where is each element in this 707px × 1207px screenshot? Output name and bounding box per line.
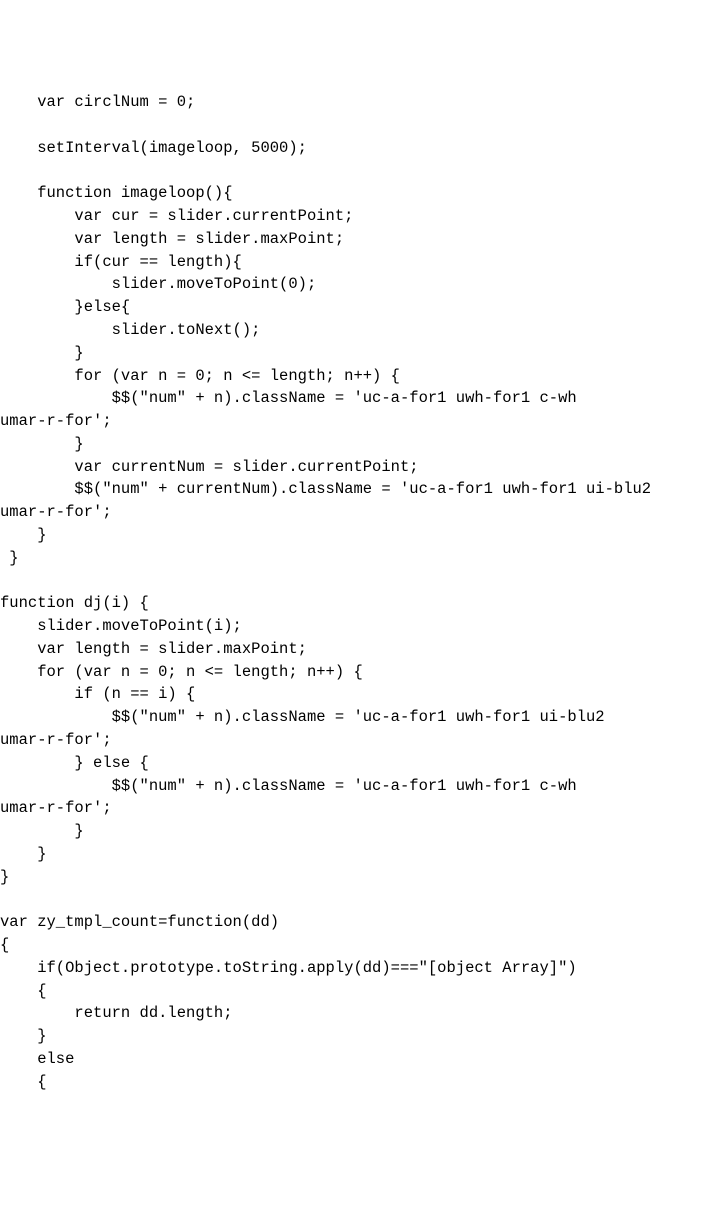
code-block: var circlNum = 0; setInterval(imageloop,…: [0, 91, 707, 1093]
